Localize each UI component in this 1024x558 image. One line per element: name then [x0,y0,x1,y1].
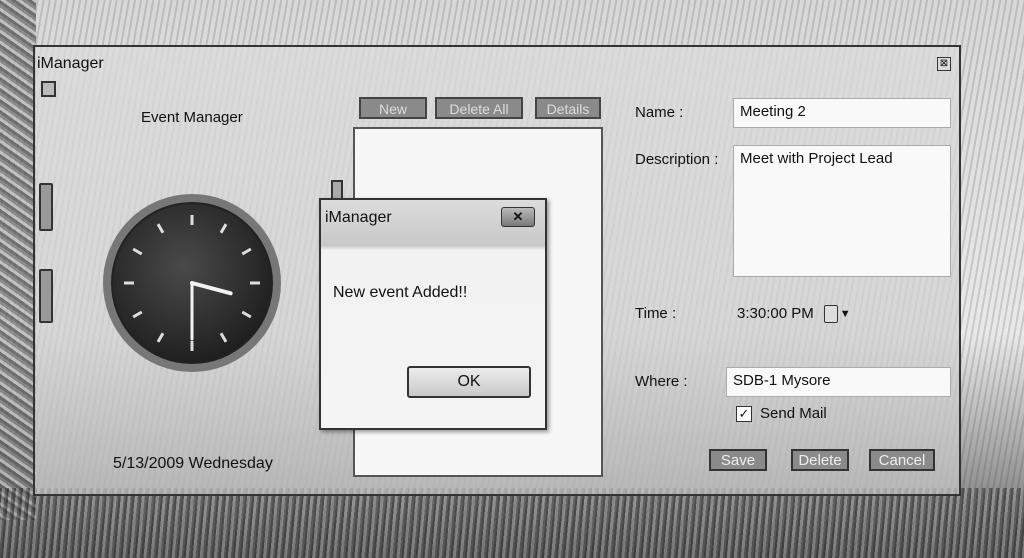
current-date: 5/13/2009 Wednesday [113,455,273,472]
menu-icon[interactable] [41,81,56,97]
clock-tick [156,223,165,234]
description-field[interactable]: Meet with Project Lead [733,145,951,277]
background-grass [0,488,1024,558]
sidebar-handle-bottom[interactable] [39,269,53,323]
clock-tick [219,332,228,343]
dialog-title: iManager [325,209,392,226]
send-mail-label: Send Mail [760,405,827,422]
save-button[interactable]: Save [709,449,767,471]
dialog-close-icon[interactable]: ✕ [501,207,535,227]
new-button[interactable]: New [359,97,427,119]
event-added-dialog: iManager ✕ New event Added!! OK [319,198,547,430]
ok-button[interactable]: OK [407,366,531,398]
analog-clock [103,194,281,372]
clock-tick [241,310,252,319]
time-value[interactable]: 3:30:00 PM [737,305,814,322]
clock-tick [241,247,252,256]
send-mail-option[interactable]: ✓ Send Mail [736,405,827,422]
where-label: Where : [635,373,688,390]
name-field[interactable]: Meeting 2 [733,98,951,128]
cancel-button[interactable]: Cancel [869,449,935,471]
delete-all-button[interactable]: Delete All [435,97,523,119]
window-title: iManager [37,55,104,72]
clock-tick [132,247,143,256]
send-mail-checkbox[interactable]: ✓ [736,405,752,422]
dialog-message: New event Added!! [333,284,468,301]
background-left-texture [0,0,36,520]
clock-tick [156,332,165,343]
time-label: Time : [635,305,677,322]
name-label: Name : [635,104,684,121]
chevron-down-icon[interactable]: ▼ [840,308,851,320]
description-label: Description : [635,151,719,168]
time-picker[interactable]: 3:30:00 PM ▼ [737,305,851,324]
window-close-icon[interactable]: ⊠ [937,57,951,71]
clock-face-icon [124,215,260,351]
time-spinner-icon[interactable] [823,305,838,324]
details-button[interactable]: Details [535,97,601,119]
where-field[interactable]: SDB-1 Mysore [726,367,951,397]
event-manager-heading: Event Manager [141,109,243,126]
delete-button[interactable]: Delete [791,449,849,471]
sidebar-handle-top[interactable] [39,183,53,231]
clock-hour-hand [190,281,233,296]
clock-tick [132,310,143,319]
clock-tick [219,223,228,234]
